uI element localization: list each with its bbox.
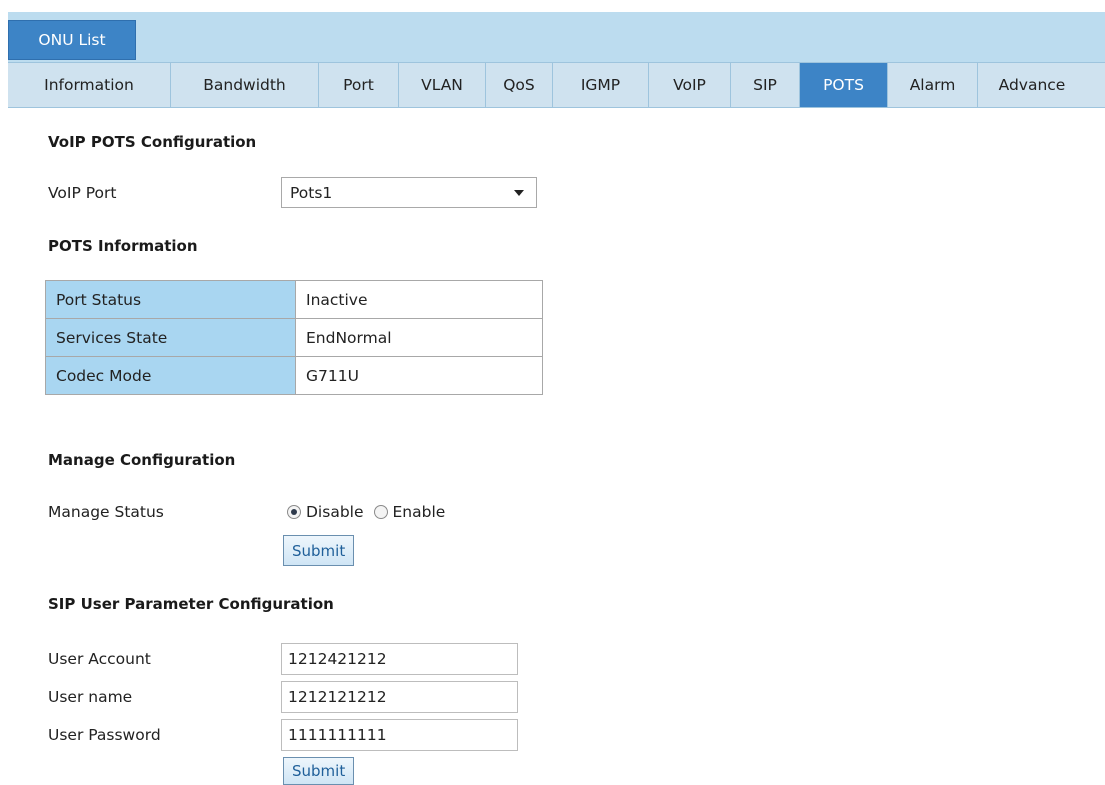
voip-pots-config-title: VoIP POTS Configuration xyxy=(48,133,257,151)
top-bar xyxy=(8,12,1105,62)
tab-alarm[interactable]: Alarm xyxy=(888,63,978,107)
user-password-input[interactable]: 1111111111 xyxy=(281,719,518,751)
disable-radio-label[interactable]: Disable xyxy=(306,503,364,521)
manage-status-radio-group: Disable Enable xyxy=(287,503,455,521)
enable-radio-label[interactable]: Enable xyxy=(393,503,446,521)
voip-port-selected-value: Pots1 xyxy=(290,183,333,202)
pots-info-title: POTS Information xyxy=(48,237,198,255)
tab-bar: Information Bandwidth Port VLAN QoS IGMP… xyxy=(8,62,1105,108)
user-name-input[interactable]: 1212121212 xyxy=(281,681,518,713)
manage-config-title: Manage Configuration xyxy=(48,451,236,469)
tab-qos[interactable]: QoS xyxy=(486,63,553,107)
port-status-key: Port Status xyxy=(45,280,296,319)
codec-mode-key: Codec Mode xyxy=(45,356,296,395)
codec-mode-value: G711U xyxy=(295,356,543,395)
onu-list-tab[interactable]: ONU List xyxy=(8,20,136,60)
disable-radio[interactable] xyxy=(287,505,301,519)
chevron-down-icon xyxy=(514,190,524,196)
tab-pots[interactable]: POTS xyxy=(800,63,888,107)
tab-port[interactable]: Port xyxy=(319,63,399,107)
enable-radio[interactable] xyxy=(373,505,388,519)
pots-info-table: Port Status Inactive Services State EndN… xyxy=(45,280,543,395)
voip-port-select[interactable]: Pots1 xyxy=(281,177,537,208)
manage-status-label: Manage Status xyxy=(48,503,164,521)
tab-voip[interactable]: VoIP xyxy=(649,63,731,107)
user-name-label: User name xyxy=(48,688,133,706)
user-account-label: User Account xyxy=(48,650,151,668)
user-account-input[interactable]: 1212421212 xyxy=(281,643,518,675)
manage-submit-button[interactable]: Submit xyxy=(283,535,355,566)
table-row: Services State EndNormal xyxy=(45,318,543,357)
tab-bandwidth[interactable]: Bandwidth xyxy=(171,63,319,107)
table-row: Codec Mode G711U xyxy=(45,356,543,395)
user-password-label: User Password xyxy=(48,726,161,744)
tab-igmp[interactable]: IGMP xyxy=(553,63,649,107)
table-row: Port Status Inactive xyxy=(45,280,543,319)
services-state-value: EndNormal xyxy=(295,318,543,357)
services-state-key: Services State xyxy=(45,318,296,357)
port-status-value: Inactive xyxy=(295,280,543,319)
tab-sip[interactable]: SIP xyxy=(731,63,800,107)
sip-user-submit-button[interactable]: Submit xyxy=(283,757,355,785)
voip-port-label: VoIP Port xyxy=(48,184,117,202)
tab-advance[interactable]: Advance xyxy=(978,63,1086,107)
tab-vlan[interactable]: VLAN xyxy=(399,63,486,107)
sip-user-config-title: SIP User Parameter Configuration xyxy=(48,595,334,613)
tab-information[interactable]: Information xyxy=(8,63,171,107)
